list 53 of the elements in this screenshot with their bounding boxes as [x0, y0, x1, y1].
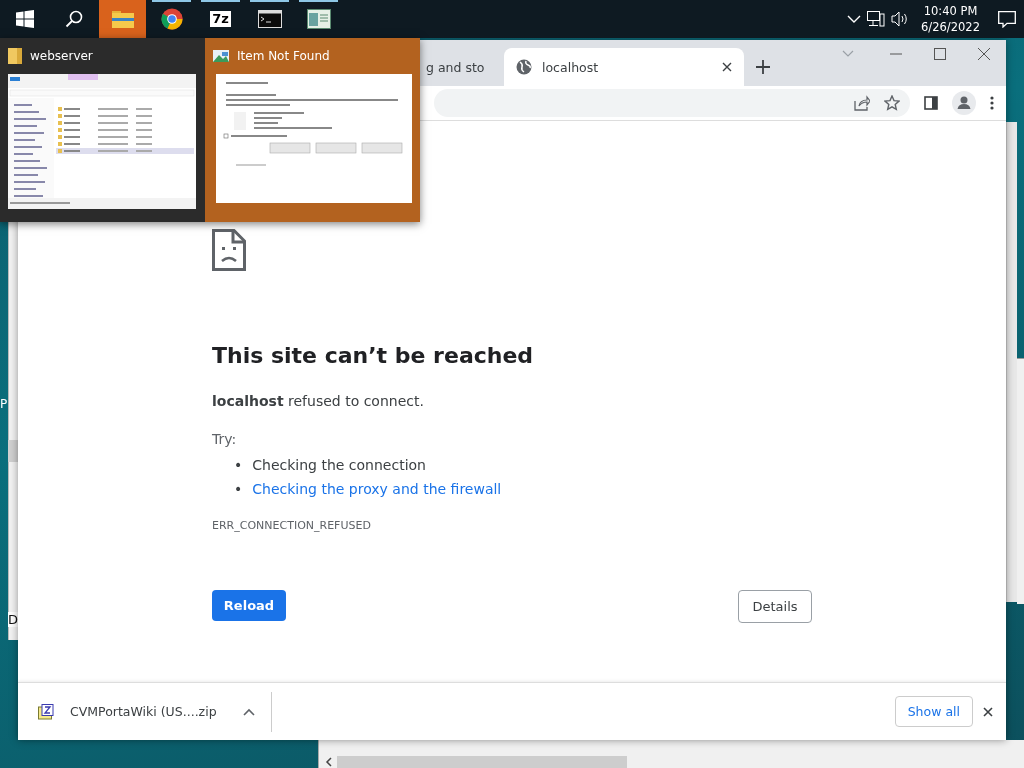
speaker-icon[interactable]: [891, 11, 910, 27]
scrollbar[interactable]: [1006, 122, 1017, 602]
suggestion-link[interactable]: Checking the proxy and the firewall: [252, 477, 502, 501]
error-title: This site can’t be reached: [212, 342, 535, 370]
suggestion-heading: Try:: [212, 431, 238, 447]
window-preview[interactable]: Item Not Found: [205, 38, 420, 222]
error-message: localhost refused to connect.: [212, 393, 425, 409]
browser-tab[interactable]: localhost: [504, 48, 744, 86]
archiver-icon: 7z: [210, 11, 231, 27]
folder-icon: [8, 48, 22, 64]
clock-date: 6/26/2022: [921, 19, 980, 35]
scrollbar-thumb[interactable]: [8, 440, 18, 462]
window-icon: [306, 9, 331, 29]
search-icon: [64, 10, 83, 28]
chrome-icon: [160, 8, 183, 30]
chevron-up-icon[interactable]: [242, 707, 255, 716]
close-icon[interactable]: [978, 48, 990, 60]
suggestion-text: Checking the connection: [252, 456, 426, 475]
bullet: •: [234, 480, 243, 499]
network-icon[interactable]: [867, 11, 886, 27]
clock-time: 10:40 PM: [923, 3, 978, 19]
scrollbar-thumb[interactable]: [337, 756, 627, 768]
notification-icon[interactable]: [998, 10, 1016, 28]
taskbar-button[interactable]: 7z: [197, 0, 244, 38]
error-code: ERR_CONNECTION_REFUSED: [212, 519, 372, 532]
globe-icon: [516, 59, 532, 75]
browser-tab[interactable]: g and sto: [422, 48, 500, 86]
close-icon[interactable]: [983, 706, 993, 717]
show-all-button[interactable]: Show all: [894, 696, 973, 727]
new-tab-icon[interactable]: [756, 60, 770, 74]
profile-icon[interactable]: [952, 91, 976, 115]
side-panel-icon[interactable]: [924, 96, 938, 110]
window-text-fragment: D: [8, 612, 18, 627]
bullet: •: [234, 456, 243, 475]
sad-page-icon: [212, 229, 246, 271]
maximize-icon[interactable]: [934, 48, 946, 60]
preview-title: Item Not Found: [237, 49, 330, 63]
reload-button[interactable]: Reload: [212, 590, 286, 621]
folder-icon: [111, 10, 134, 28]
preview-title: webserver: [30, 49, 93, 63]
close-icon[interactable]: [722, 62, 732, 72]
windows-icon: [15, 10, 34, 28]
download-file-name[interactable]: CVMPortaWiki (US....zip: [70, 704, 217, 719]
scroll-left-icon[interactable]: [325, 757, 333, 767]
share-icon[interactable]: [854, 95, 870, 111]
details-button[interactable]: Details: [738, 590, 812, 623]
window-text-fragment: P: [0, 397, 8, 411]
menu-icon[interactable]: [990, 96, 994, 110]
image-file-icon: [213, 50, 229, 62]
window-preview[interactable]: webserver: [0, 38, 205, 222]
console-icon: [257, 10, 282, 28]
archive-file-icon: [38, 703, 54, 720]
star-icon[interactable]: [884, 95, 900, 111]
